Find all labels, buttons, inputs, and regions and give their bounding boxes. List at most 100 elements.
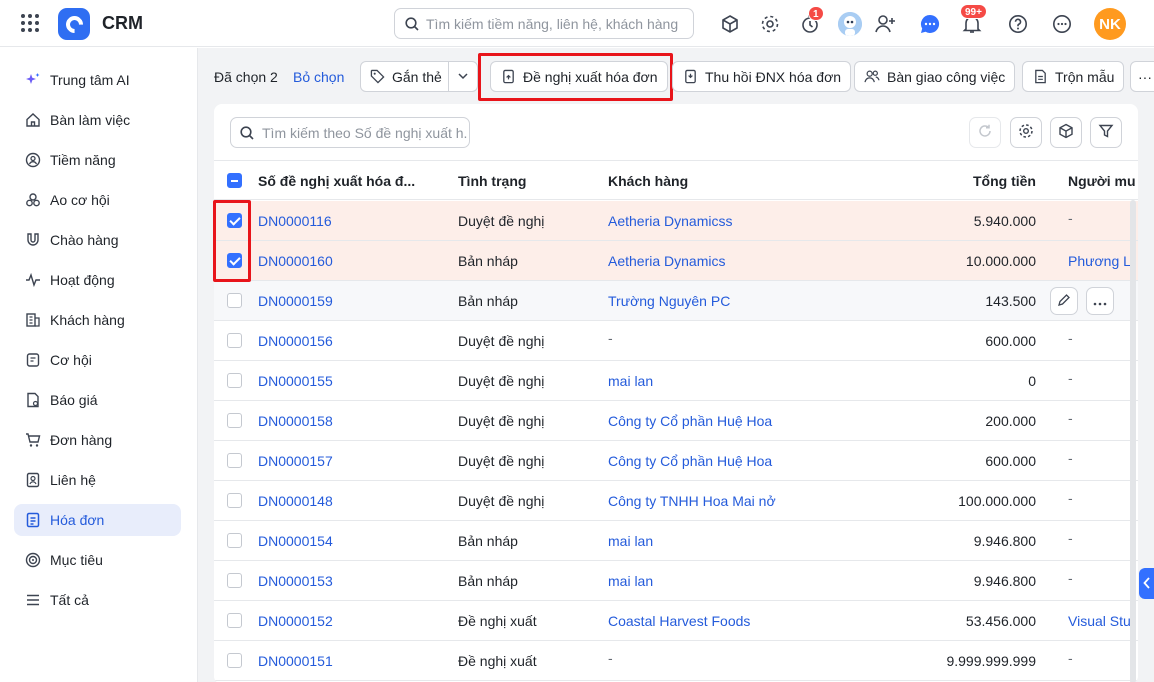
sidebar-item-customers[interactable]: Khách hàng: [14, 304, 181, 336]
invoice-code-link[interactable]: DN0000153: [258, 573, 333, 589]
refresh-button[interactable]: [969, 117, 1001, 148]
table-row[interactable]: DN0000116 Duyệt đề nghị Aetheria Dynamic…: [214, 201, 1138, 241]
column-header-status[interactable]: Tình trạng: [458, 173, 526, 189]
sidebar-item-quotes[interactable]: Báo giá: [14, 384, 181, 416]
customer-link[interactable]: mai lan: [608, 373, 653, 389]
customer-link[interactable]: Công ty TNHH Hoa Mai nở: [608, 493, 776, 509]
customer-link[interactable]: Aetheria Dynamicss: [608, 213, 733, 229]
revoke-proposal-button[interactable]: Thu hồi ĐNX hóa đơn: [672, 61, 852, 92]
row-checkbox[interactable]: [227, 533, 242, 548]
customer-link[interactable]: mai lan: [608, 533, 653, 549]
customer-link[interactable]: Aetheria Dynamics: [608, 253, 726, 269]
invoice-code-link[interactable]: DN0000157: [258, 453, 333, 469]
table-settings-button[interactable]: [1010, 117, 1042, 148]
sidebar-item-label: Khách hàng: [50, 312, 125, 328]
add-user-icon[interactable]: [874, 12, 898, 36]
row-checkbox[interactable]: [227, 653, 242, 668]
table-search-input[interactable]: Tìm kiếm theo Số đề nghị xuất h...: [230, 117, 470, 148]
invoice-code-link[interactable]: DN0000154: [258, 533, 333, 549]
customer-link[interactable]: mai lan: [608, 573, 653, 589]
sidebar-item-offers[interactable]: Chào hàng: [14, 224, 181, 256]
app-grid-icon[interactable]: [21, 14, 39, 32]
column-header-buyer[interactable]: Người mu: [1068, 173, 1136, 189]
table-row[interactable]: DN0000157 Duyệt đề nghị Công ty Cổ phần …: [214, 441, 1138, 481]
buyer-link[interactable]: Phương Li: [1068, 253, 1134, 269]
invoice-code-link[interactable]: DN0000159: [258, 293, 333, 309]
row-checkbox[interactable]: [227, 253, 242, 268]
sidebar-item-all[interactable]: Tất cả: [14, 584, 181, 616]
invoice-code-link[interactable]: DN0000158: [258, 413, 333, 429]
row-checkbox[interactable]: [227, 373, 242, 388]
row-checkbox[interactable]: [227, 413, 242, 428]
row-more-button[interactable]: [1086, 287, 1114, 315]
table-row[interactable]: DN0000151 Đề nghị xuất - 9.999.999.999 -: [214, 641, 1138, 681]
sidebar-item-opportunity-pool[interactable]: Ao cơ hội: [14, 184, 181, 216]
invoice-code-link[interactable]: DN0000152: [258, 613, 333, 629]
table-scrollbar[interactable]: [1130, 200, 1136, 682]
tag-button[interactable]: Gắn thẻ: [360, 61, 449, 92]
chat-icon[interactable]: [918, 12, 942, 36]
filter-button[interactable]: [1090, 117, 1122, 148]
invoice-code-link[interactable]: DN0000155: [258, 373, 333, 389]
column-header-customer[interactable]: Khách hàng: [608, 173, 688, 189]
merge-template-button[interactable]: Trộn mẫu: [1022, 61, 1125, 92]
table-row[interactable]: DN0000152 Đề nghị xuất Coastal Harvest F…: [214, 601, 1138, 641]
row-checkbox[interactable]: [227, 493, 242, 508]
customer-link[interactable]: Công ty Cổ phần Huệ Hoa: [608, 413, 772, 429]
table-row[interactable]: DN0000156 Duyệt đề nghị - 600.000 -: [214, 321, 1138, 361]
column-header-total[interactable]: Tổng tiền: [886, 173, 1036, 189]
sidebar-item-leads[interactable]: Tiềm năng: [14, 144, 181, 176]
invoice-code-link[interactable]: DN0000156: [258, 333, 333, 349]
customer-link[interactable]: Trường Nguyên PC: [608, 293, 730, 309]
column-header-code[interactable]: Số đề nghị xuất hóa đ...: [258, 173, 415, 189]
select-all-checkbox[interactable]: [227, 173, 242, 188]
help-icon[interactable]: [1006, 12, 1030, 36]
cube-search-icon[interactable]: [718, 12, 742, 36]
more-options-icon[interactable]: [1050, 12, 1074, 36]
sidebar-item-activities[interactable]: Hoạt động: [14, 264, 181, 296]
sidebar-item-orders[interactable]: Đơn hàng: [14, 424, 181, 456]
row-checkbox[interactable]: [227, 213, 242, 228]
edit-row-button[interactable]: [1050, 287, 1078, 315]
more-actions-button[interactable]: ···: [1130, 61, 1154, 92]
settings-gear-icon[interactable]: [758, 12, 782, 36]
invoice-code-link[interactable]: DN0000160: [258, 253, 333, 269]
sidebar-item-opportunities[interactable]: Cơ hội: [14, 344, 181, 376]
sidebar-item-goals[interactable]: Mục tiêu: [14, 544, 181, 576]
crm-logo-icon[interactable]: [58, 8, 90, 40]
row-checkbox[interactable]: [227, 293, 242, 308]
invoice-code-link[interactable]: DN0000148: [258, 493, 333, 509]
sidebar-item-ai-center[interactable]: Trung tâm AI: [14, 64, 181, 96]
invoice-code-link[interactable]: DN0000151: [258, 653, 333, 669]
table-row[interactable]: DN0000153 Bản nháp mai lan 9.946.800 -: [214, 561, 1138, 601]
tag-dropdown-button[interactable]: [448, 61, 478, 92]
handover-button[interactable]: Bàn giao công việc: [854, 61, 1016, 92]
row-checkbox[interactable]: [227, 333, 242, 348]
customer-link[interactable]: Công ty Cổ phần Huệ Hoa: [608, 453, 772, 469]
side-panel-toggle[interactable]: [1139, 568, 1154, 599]
table-row[interactable]: DN0000154 Bản nháp mai lan 9.946.800 -: [214, 521, 1138, 561]
table-row[interactable]: DN0000148 Duyệt đề nghị Công ty TNHH Hoa…: [214, 481, 1138, 521]
sidebar-item-contacts[interactable]: Liên hệ: [14, 464, 181, 496]
table-row[interactable]: DN0000158 Duyệt đề nghị Công ty Cổ phần …: [214, 401, 1138, 441]
customer-link[interactable]: Coastal Harvest Foods: [608, 613, 750, 629]
total-amount: 600.000: [985, 453, 1036, 469]
cube-button[interactable]: [1050, 117, 1082, 148]
pool-icon: [25, 192, 41, 208]
row-checkbox[interactable]: [227, 613, 242, 628]
row-checkbox[interactable]: [227, 573, 242, 588]
propose-invoice-button[interactable]: Đề nghị xuất hóa đơn: [490, 61, 668, 92]
global-search-input[interactable]: Tìm kiếm tiềm năng, liên hệ, khách hàng: [394, 8, 694, 39]
sidebar-item-workspace[interactable]: Bàn làm việc: [14, 104, 181, 136]
row-checkbox[interactable]: [227, 453, 242, 468]
invoice-code-link[interactable]: DN0000116: [258, 213, 332, 229]
status-text: Duyệt đề nghị: [458, 493, 545, 509]
buyer-link[interactable]: Visual Stu: [1068, 613, 1131, 629]
table-row[interactable]: DN0000155 Duyệt đề nghị mai lan 0 -: [214, 361, 1138, 401]
sidebar-item-invoices[interactable]: Hóa đơn: [14, 504, 181, 536]
clear-selection-link[interactable]: Bỏ chọn: [293, 69, 344, 85]
user-avatar[interactable]: NK: [1094, 8, 1126, 40]
table-row[interactable]: DN0000159 Bản nháp Trường Nguyên PC 143.…: [214, 281, 1138, 321]
assistant-avatar[interactable]: [838, 12, 862, 36]
table-row[interactable]: DN0000160 Bản nháp Aetheria Dynamics 10.…: [214, 241, 1138, 281]
